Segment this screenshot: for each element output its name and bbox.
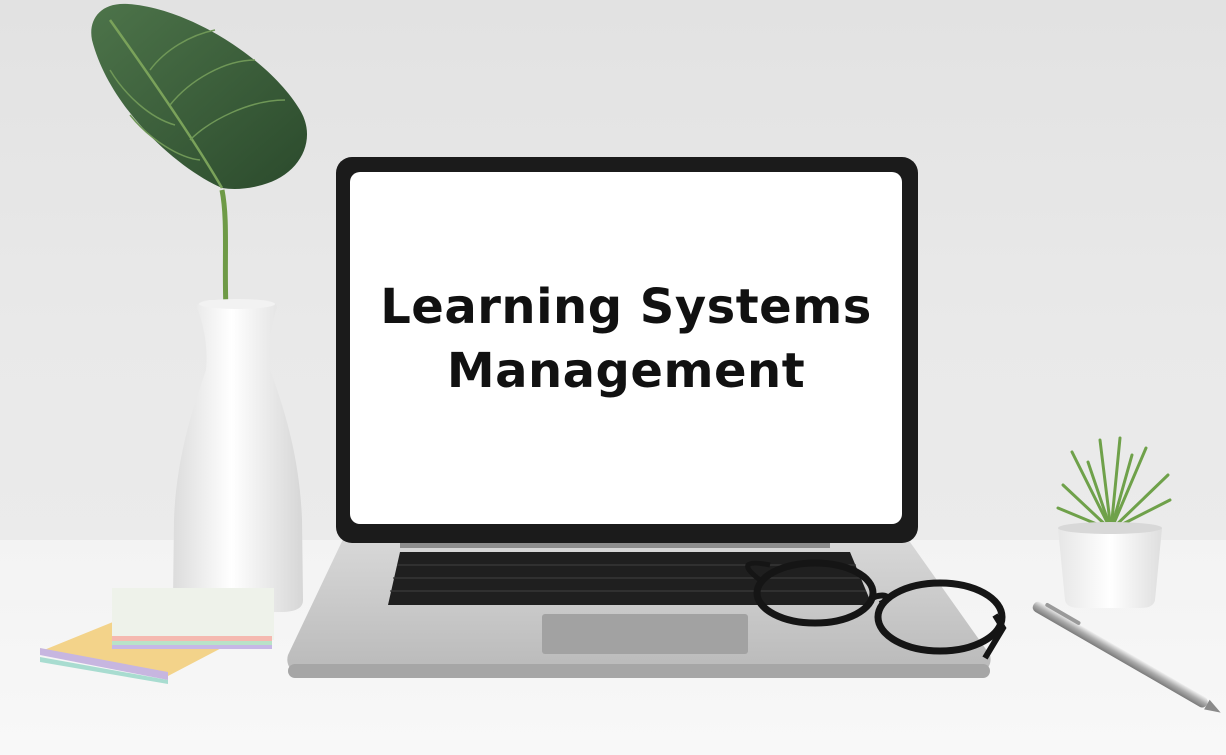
sticky-note-stack	[40, 588, 274, 684]
monstera-leaf	[91, 3, 308, 311]
succulent-in-square-pot	[1056, 436, 1172, 608]
white-vase	[173, 299, 303, 612]
screen-title-line-2: Management	[446, 343, 806, 399]
desk-scene: Learning Systems Management	[0, 0, 1226, 755]
silver-pen	[1032, 601, 1221, 713]
screen-title-line-1: Learning Systems	[380, 279, 872, 335]
laptop-screen-title: Learning Systems Management	[352, 275, 900, 403]
